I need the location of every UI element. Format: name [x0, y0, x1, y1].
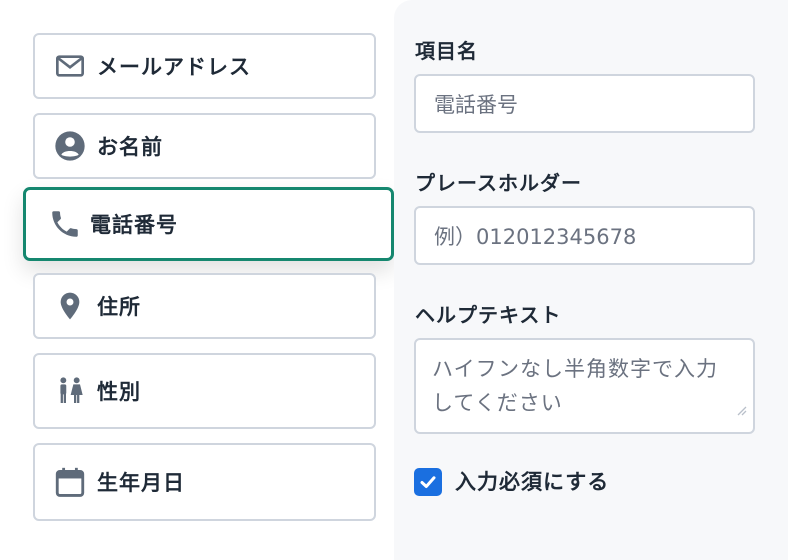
field-list-panel: メールアドレス お名前 電話番号 住所 性別 生年月日	[0, 0, 394, 560]
field-item-gender[interactable]: 性別	[33, 353, 376, 429]
required-checkbox[interactable]	[414, 468, 442, 496]
help-text-textarea[interactable]: ハイフンなし半角数字で入力してください	[414, 338, 755, 434]
field-item-label: お名前	[97, 135, 163, 159]
checkmark-icon	[420, 476, 436, 488]
field-item-label: 生年月日	[97, 471, 185, 495]
field-item-email[interactable]: メールアドレス	[33, 33, 376, 99]
field-item-address[interactable]: 住所	[33, 273, 376, 339]
mail-icon	[53, 49, 87, 83]
field-item-label: 電話番号	[90, 213, 178, 237]
location-pin-icon	[53, 289, 87, 323]
placeholder-label: プレースホルダー	[415, 171, 582, 195]
field-item-label: 住所	[97, 295, 141, 319]
field-item-name[interactable]: お名前	[33, 113, 376, 179]
required-checkbox-label[interactable]: 入力必須にする	[455, 468, 609, 496]
calendar-icon	[53, 465, 87, 499]
gender-icon	[53, 374, 87, 408]
field-item-birthdate[interactable]: 生年月日	[33, 443, 376, 521]
field-item-label: メールアドレス	[97, 55, 251, 79]
field-name-label: 項目名	[415, 39, 478, 63]
phone-icon	[48, 207, 82, 241]
help-text-label: ヘルプテキスト	[415, 303, 562, 327]
field-item-label: 性別	[97, 380, 141, 404]
placeholder-input[interactable]: 例）012012345678	[414, 206, 755, 265]
person-icon	[53, 129, 87, 163]
help-text-value: ハイフンなし半角数字で入力してください	[432, 357, 718, 415]
resize-handle-icon[interactable]	[735, 392, 747, 426]
field-name-input[interactable]: 電話番号	[414, 74, 755, 133]
field-item-phone[interactable]: 電話番号	[23, 187, 394, 261]
